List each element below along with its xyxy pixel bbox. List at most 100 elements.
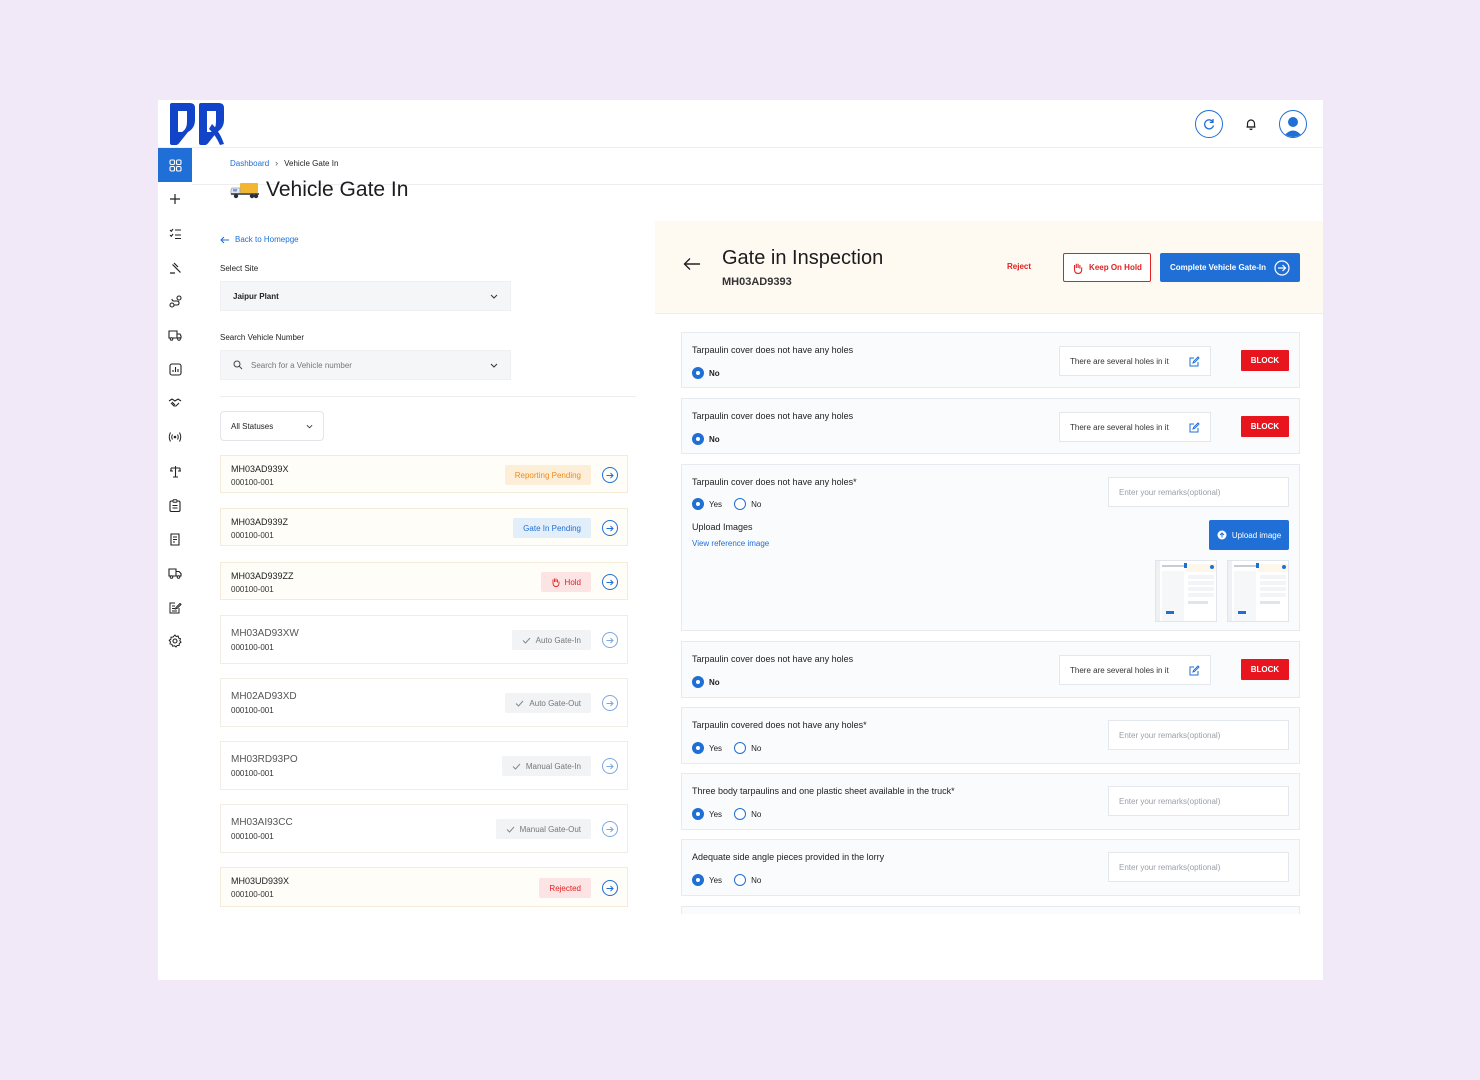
- inspection-back-button[interactable]: [683, 257, 701, 276]
- edit-icon[interactable]: [1189, 355, 1200, 367]
- sidebar-item-auction[interactable]: [158, 250, 192, 284]
- sidebar-item-fleet[interactable]: [158, 318, 192, 352]
- sidebar-item-checklist[interactable]: [158, 216, 192, 250]
- inspection-header: Gate in Inspection MH03AD9393 Reject Kee…: [655, 221, 1323, 314]
- remarks-input[interactable]: Enter your remarks(optional): [1108, 477, 1289, 507]
- open-vehicle-button[interactable]: [602, 821, 618, 837]
- gear-icon: [168, 634, 182, 648]
- answer-no[interactable]: No: [734, 742, 761, 754]
- answer-no[interactable]: No: [692, 676, 720, 688]
- vehicle-list-item[interactable]: MH03RD93PO 000100-001 Manual Gate-In: [220, 741, 628, 790]
- status-filter-dropdown[interactable]: All Statuses: [220, 411, 324, 441]
- status-badge-label: Manual Gate-Out: [519, 824, 581, 834]
- radio-unchecked[interactable]: [734, 742, 747, 754]
- vehicle-list-item[interactable]: MH03AI93CC 000100-001 Manual Gate-Out: [220, 804, 628, 853]
- answer-no[interactable]: No: [734, 874, 761, 886]
- vehicle-list-item[interactable]: MH03UD939X 000100-001 Rejected: [220, 867, 628, 907]
- open-vehicle-button[interactable]: [602, 758, 618, 774]
- block-button[interactable]: BLOCK: [1241, 659, 1289, 680]
- truck-illustration-icon: [230, 183, 259, 199]
- radio-checked[interactable]: [692, 433, 704, 445]
- answer-yes[interactable]: Yes: [692, 808, 722, 820]
- uploaded-image-thumbnail[interactable]: [1155, 560, 1217, 622]
- bell-icon: [1246, 119, 1256, 131]
- status-badge-label: Auto Gate-Out: [529, 698, 581, 708]
- sidebar-item-dispatch[interactable]: [158, 556, 192, 590]
- radio-checked[interactable]: [692, 676, 704, 688]
- status-badge: Manual Gate-Out: [495, 819, 591, 839]
- answer-no[interactable]: No: [692, 433, 720, 445]
- radio-unchecked[interactable]: [734, 808, 747, 820]
- answer-no-label: No: [751, 875, 762, 885]
- sidebar-item-routes[interactable]: [158, 284, 192, 318]
- site-select[interactable]: Jaipur Plant: [220, 281, 511, 311]
- search-icon: [233, 360, 243, 370]
- edit-icon[interactable]: [1189, 664, 1200, 676]
- open-vehicle-button[interactable]: [602, 880, 618, 896]
- radio-checked[interactable]: [692, 367, 704, 379]
- answer-options: Yes No: [692, 742, 761, 754]
- breadcrumb-dashboard[interactable]: Dashboard: [230, 159, 269, 168]
- vehicle-list-item[interactable]: MH03AD939ZZ 000100-001 Hold: [220, 562, 628, 600]
- keep-on-hold-button[interactable]: Keep On Hold: [1063, 253, 1151, 282]
- remarks-input[interactable]: Enter your remarks(optional): [1108, 852, 1289, 882]
- sidebar-item-inspection[interactable]: [158, 488, 192, 522]
- notifications-button[interactable]: [1237, 110, 1265, 138]
- open-vehicle-button[interactable]: [602, 632, 618, 648]
- remark-field[interactable]: There are several holes in it: [1059, 412, 1211, 442]
- edit-icon[interactable]: [1189, 421, 1200, 433]
- radio-checked[interactable]: [692, 498, 704, 510]
- complete-gate-in-button[interactable]: Complete Vehicle Gate-In: [1160, 253, 1300, 282]
- radio-unchecked[interactable]: [734, 498, 747, 510]
- radio-checked[interactable]: [692, 874, 704, 886]
- remark-field[interactable]: There are several holes in it: [1059, 346, 1211, 376]
- answer-no[interactable]: No: [734, 498, 761, 510]
- remarks-input[interactable]: Enter your remarks(optional): [1108, 720, 1289, 750]
- block-button[interactable]: BLOCK: [1241, 350, 1289, 371]
- vehicle-list-item[interactable]: MH02AD93XD 000100-001 Auto Gate-Out: [220, 678, 628, 727]
- upload-image-button[interactable]: Upload image: [1209, 520, 1289, 550]
- radio-checked[interactable]: [692, 742, 704, 754]
- sync-button[interactable]: [1195, 110, 1223, 138]
- open-vehicle-button[interactable]: [602, 467, 618, 483]
- uploaded-image-thumbnail[interactable]: [1227, 560, 1289, 622]
- vehicle-search-input[interactable]: Search for a Vehicle number: [220, 350, 511, 380]
- user-avatar[interactable]: [1279, 110, 1307, 138]
- answer-yes[interactable]: Yes: [692, 874, 722, 886]
- back-to-homepage-link[interactable]: Back to Homepge: [220, 235, 636, 244]
- remarks-input[interactable]: Enter your remarks(optional): [1108, 786, 1289, 816]
- radio-checked[interactable]: [692, 808, 704, 820]
- sidebar-item-dashboard[interactable]: [158, 148, 192, 182]
- reject-button[interactable]: Reject: [1007, 262, 1031, 271]
- sidebar-item-edit[interactable]: [158, 590, 192, 624]
- block-button[interactable]: BLOCK: [1241, 416, 1289, 437]
- sidebar-item-tracking[interactable]: [158, 420, 192, 454]
- vehicle-list-item[interactable]: MH03AD939X 000100-001 Reporting Pending: [220, 455, 628, 493]
- open-vehicle-button[interactable]: [602, 574, 618, 590]
- vehicle-list-item[interactable]: MH03AD93XW 000100-001 Auto Gate-In: [220, 615, 628, 664]
- arrow-right-icon: [606, 885, 614, 891]
- sidebar-item-settings[interactable]: [158, 624, 192, 658]
- checklist-question: Tarpaulin cover does not have any holes*: [692, 477, 857, 487]
- sidebar-item-deals[interactable]: [158, 386, 192, 420]
- open-vehicle-button[interactable]: [602, 695, 618, 711]
- checklist-item: Tarpaulin cover does not have any holes …: [681, 398, 1300, 454]
- answer-no[interactable]: No: [692, 367, 720, 379]
- handshake-icon: [168, 398, 182, 407]
- radio-unchecked[interactable]: [734, 874, 747, 886]
- sidebar-item-documents[interactable]: [158, 522, 192, 556]
- status-badge-label: Auto Gate-In: [535, 635, 581, 645]
- select-site-label: Select Site: [220, 264, 259, 273]
- sidebar-item-add[interactable]: [158, 182, 192, 216]
- open-vehicle-button[interactable]: [602, 520, 618, 536]
- answer-no[interactable]: No: [734, 808, 761, 820]
- view-reference-link[interactable]: View reference image: [692, 539, 769, 548]
- vehicle-number: MH03AD939X: [231, 464, 289, 474]
- answer-yes[interactable]: Yes: [692, 498, 722, 510]
- sidebar-item-reports[interactable]: [158, 352, 192, 386]
- vehicle-list-item[interactable]: MH03AD939Z 000100-001 Gate In Pending: [220, 508, 628, 546]
- remark-field[interactable]: There are several holes in it: [1059, 655, 1211, 685]
- chart-icon: [168, 362, 182, 376]
- answer-yes[interactable]: Yes: [692, 742, 722, 754]
- sidebar-item-weighbridge[interactable]: [158, 454, 192, 488]
